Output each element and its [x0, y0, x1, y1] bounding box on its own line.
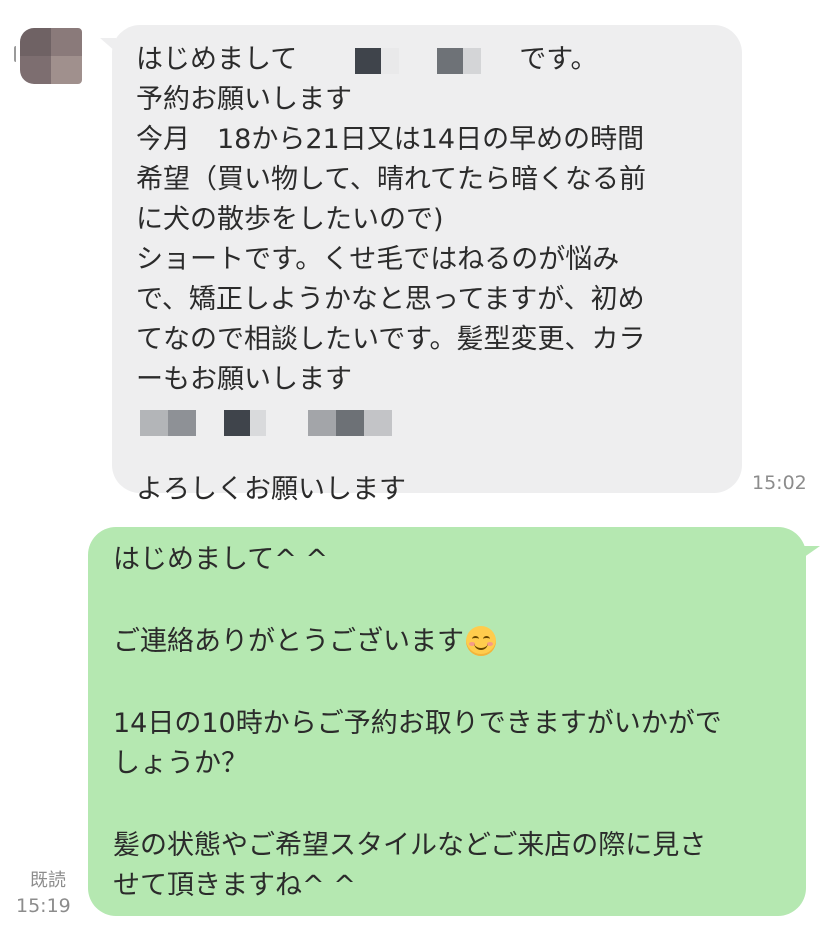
sender-avatar[interactable]	[20, 28, 82, 84]
incoming-line-11: よろしくお願いします	[136, 474, 406, 505]
outgoing-line-2: ご連絡ありがとうございます	[113, 622, 793, 662]
outgoing-timestamp: 15:19	[16, 895, 71, 917]
outgoing-line-1: はじめまして^ ^	[113, 544, 329, 575]
incoming-line-3: 今月 18から21日又は14日の早めの時間	[136, 124, 645, 155]
read-receipt-label: 既読	[30, 870, 66, 891]
incoming-line-1: はじめまして です。	[136, 44, 598, 76]
outgoing-line-3: 14日の10時からご予約お取りできますがいかがで	[113, 708, 722, 739]
outgoing-line-4: しょうか？	[113, 748, 248, 779]
incoming-line-10-redacted	[136, 400, 726, 440]
incoming-message-text: はじめまして です。 予約お願いします 今月 18から21日又は14日の早めの時間…	[136, 40, 726, 510]
incoming-line-4: 希望（買い物して、晴れてたら暗くなる前	[136, 164, 647, 195]
smiling-face-emoji-icon	[466, 625, 496, 656]
avatar-edge	[14, 46, 19, 62]
incoming-line-2: 予約お願いします	[136, 84, 352, 115]
redacted-info	[136, 406, 396, 436]
incoming-line-5: に犬の散歩をしたいので)	[136, 204, 444, 235]
outgoing-line-5: 髪の状態やご希望スタイルなどご来店の際に見さ	[113, 830, 707, 861]
outgoing-line-6: せて頂きますね^ ^	[113, 870, 356, 901]
incoming-timestamp: 15:02	[752, 472, 807, 494]
incoming-line-8: てなので相談したいです。髪型変更、カラ	[136, 324, 646, 355]
redacted-name	[297, 46, 519, 76]
outgoing-message-text: はじめまして^ ^ ご連絡ありがとうございます 14日の10時からご予約お取りで…	[113, 540, 793, 906]
incoming-line-9: ーもお願いします	[136, 364, 352, 395]
incoming-line-7: で、矯正しようかなと思ってますが、初め	[136, 284, 645, 315]
incoming-line-6: ショートです。くせ毛ではねるのが悩み	[136, 244, 620, 275]
